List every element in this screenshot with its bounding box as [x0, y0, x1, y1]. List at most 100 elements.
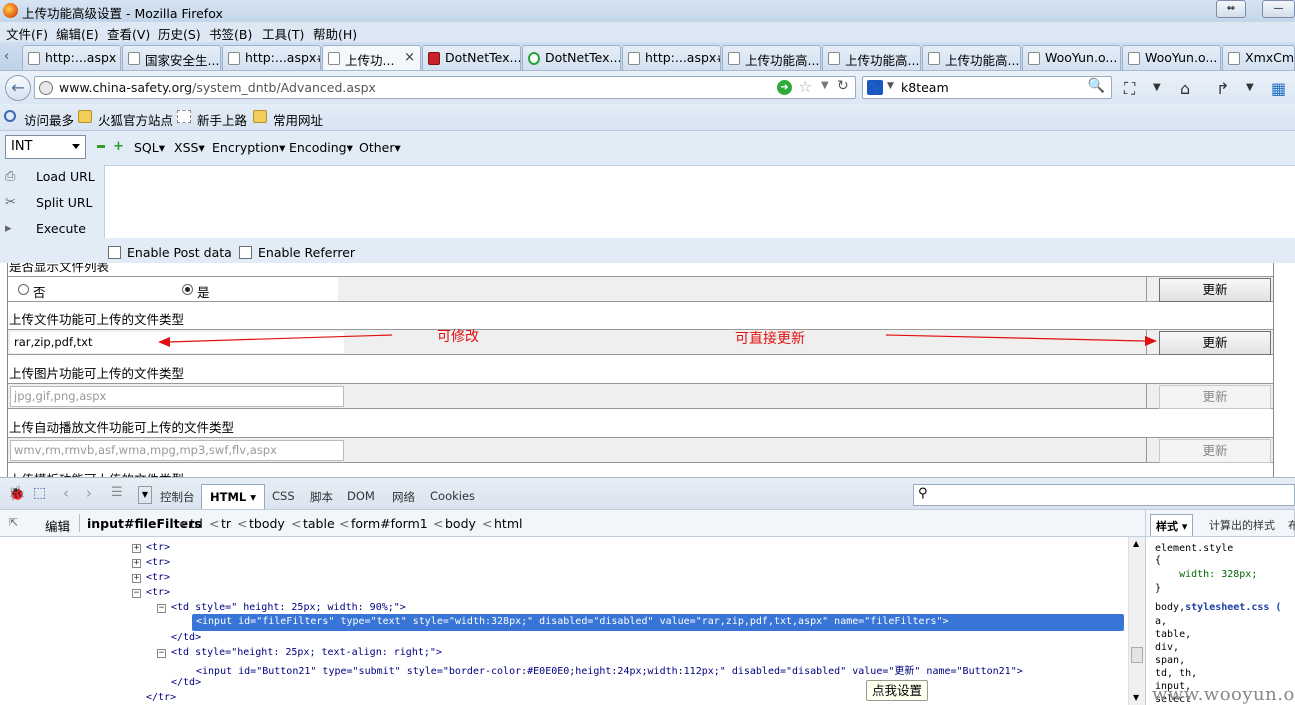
- breadcrumb-tbody[interactable]: tbody: [249, 516, 285, 531]
- url-bar[interactable]: www.china-safety.org/system_dntb/Advance…: [34, 76, 856, 99]
- breadcrumb-html[interactable]: html: [494, 516, 522, 531]
- tab-5[interactable]: DotNetTex...: [422, 45, 521, 70]
- tree-node-tr-close[interactable]: </tr>: [146, 692, 176, 703]
- tree-node-td-close[interactable]: </td>: [171, 632, 201, 643]
- menu-bookmarks[interactable]: 书签(B): [209, 24, 252, 43]
- tree-node-tr[interactable]: <tr>: [146, 557, 170, 568]
- other-menu[interactable]: Other▾: [359, 140, 401, 155]
- firebug-bug-icon[interactable]: 🐞: [8, 486, 25, 502]
- tab-cookies[interactable]: Cookies: [430, 489, 475, 503]
- tab-10[interactable]: 上传功能高...: [922, 45, 1021, 70]
- encryption-menu[interactable]: Encryption▾: [212, 140, 285, 155]
- home-icon[interactable]: ⌂: [1180, 79, 1190, 98]
- plus-icon[interactable]: +: [113, 139, 124, 154]
- tab-scroll-left-icon[interactable]: ‹: [4, 49, 9, 64]
- expand-icon[interactable]: +: [132, 544, 141, 553]
- menu-view[interactable]: 查看(V): [107, 24, 150, 43]
- tab-layout[interactable]: 布: [1288, 517, 1295, 533]
- grid-icon[interactable]: ▦: [1271, 79, 1286, 98]
- type-select[interactable]: INT: [5, 135, 86, 159]
- collapse-icon[interactable]: −: [157, 604, 166, 613]
- panel-dropdown-icon[interactable]: ▼: [138, 486, 152, 504]
- search-engine-dropdown-icon[interactable]: ▼: [887, 81, 894, 91]
- tab-8[interactable]: 上传功能高...: [722, 45, 821, 70]
- close-tab-icon[interactable]: ×: [404, 50, 415, 65]
- expand-panel-icon[interactable]: ⇱: [9, 516, 18, 529]
- tree-node-button[interactable]: <input id="Button21" type="submit" style…: [196, 662, 1023, 677]
- menu-list-icon[interactable]: ☰: [111, 485, 123, 500]
- tab-7[interactable]: http:...aspx#: [622, 45, 721, 70]
- tab-13[interactable]: XmxCms: [1222, 45, 1295, 70]
- tree-node-td2[interactable]: <td style="height: 25px; text-align: rig…: [171, 647, 442, 658]
- screenshot-icon[interactable]: ⛶: [1124, 79, 1135, 99]
- search-icon[interactable]: 🔍: [1088, 78, 1105, 94]
- tab-console[interactable]: 控制台: [160, 489, 195, 505]
- share-icon[interactable]: ↱: [1216, 79, 1229, 98]
- tab-html[interactable]: HTML ▾: [201, 484, 266, 510]
- tab-2[interactable]: 国家安全生...: [122, 45, 221, 70]
- url-textarea[interactable]: [104, 165, 1295, 238]
- tab-script[interactable]: 脚本: [310, 489, 333, 505]
- back-arrow-icon[interactable]: ←: [5, 75, 31, 101]
- scrollbar[interactable]: ▲ ▼: [1128, 537, 1145, 705]
- tree-node-tr[interactable]: <tr>: [146, 572, 170, 583]
- inspect-icon[interactable]: ⬚: [33, 485, 46, 501]
- tab-net[interactable]: 网络: [392, 489, 415, 505]
- tab-12[interactable]: WooYun.o...: [1122, 45, 1221, 70]
- menu-tools[interactable]: 工具(T): [262, 24, 304, 43]
- tree-node-td-close[interactable]: </td>: [171, 677, 201, 688]
- menu-edit[interactable]: 编辑(E): [56, 24, 99, 43]
- enable-post-checkbox[interactable]: Enable Post data: [108, 245, 232, 260]
- tab-11[interactable]: WooYun.o...: [1022, 45, 1121, 70]
- url-dropdown-icon[interactable]: ▼: [821, 80, 829, 91]
- search-input[interactable]: k8team: [901, 80, 949, 95]
- menu-history[interactable]: 历史(S): [158, 24, 201, 43]
- scroll-down-icon[interactable]: ▼: [1133, 693, 1139, 702]
- firebug-search-input[interactable]: ⚲: [913, 484, 1295, 506]
- tab-dom[interactable]: DOM: [347, 489, 375, 503]
- tree-node-tr[interactable]: <tr>: [146, 542, 170, 553]
- tree-node-tr-open[interactable]: <tr>: [146, 587, 170, 598]
- encoding-menu[interactable]: Encoding▾: [289, 140, 353, 155]
- tab-6[interactable]: DotNetTex...: [522, 45, 621, 70]
- xss-menu[interactable]: XSS▾: [174, 140, 205, 155]
- edit-button[interactable]: 编辑: [45, 516, 70, 535]
- tab-4-active[interactable]: 上传功... ×: [322, 45, 421, 70]
- tab-css[interactable]: CSS: [272, 489, 295, 503]
- breadcrumb-form[interactable]: form#form1: [351, 516, 428, 531]
- breadcrumb-body[interactable]: body: [445, 516, 476, 531]
- breadcrumb-tr[interactable]: tr: [221, 516, 231, 531]
- toolbar-dropdown-icon[interactable]: ▼: [1153, 82, 1161, 93]
- collapse-icon[interactable]: −: [132, 589, 141, 598]
- breadcrumb-td[interactable]: td: [190, 516, 203, 531]
- bookmark-common-sites[interactable]: 常用网址: [253, 110, 323, 129]
- back-icon[interactable]: ‹: [63, 484, 69, 502]
- bookmark-most-visited[interactable]: 访问最多: [4, 110, 74, 129]
- tree-node-input-selected[interactable]: <input id="fileFilters" type="text" styl…: [192, 615, 953, 628]
- tree-node-td1[interactable]: <td style=" height: 25px; width: 90%;">: [171, 602, 406, 613]
- breadcrumb-table[interactable]: table: [303, 516, 335, 531]
- url-text[interactable]: www.china-safety.org/system_dntb/Advance…: [59, 80, 376, 95]
- expand-icon[interactable]: +: [132, 574, 141, 583]
- close-window-icon[interactable]: —: [1262, 0, 1295, 18]
- tab-style[interactable]: 样式 ▾: [1150, 514, 1194, 536]
- collapse-icon[interactable]: −: [157, 649, 166, 658]
- restore-icon[interactable]: ⇔: [1216, 0, 1246, 18]
- sql-menu[interactable]: SQL▾: [134, 140, 165, 155]
- expand-icon[interactable]: +: [132, 559, 141, 568]
- bookmark-star-icon[interactable]: ☆: [798, 77, 812, 96]
- enable-referrer-checkbox[interactable]: Enable Referrer: [239, 245, 355, 260]
- search-bar[interactable]: 🐾 ▼ k8team 🔍: [862, 76, 1112, 99]
- menu-help[interactable]: 帮助(H): [313, 24, 357, 43]
- tab-9[interactable]: 上传功能高...: [822, 45, 921, 70]
- css-property[interactable]: width: 328px;: [1155, 569, 1257, 580]
- bookmark-getting-started[interactable]: 新手上路: [177, 110, 247, 129]
- tab-3[interactable]: http:...aspx#: [222, 45, 321, 70]
- minus-icon[interactable]: [97, 145, 105, 148]
- tab-1[interactable]: http:...aspx: [22, 45, 121, 70]
- bookmark-firefox-site[interactable]: 火狐官方站点: [78, 110, 173, 129]
- reload-icon[interactable]: ↻: [837, 78, 849, 94]
- toolbar-dropdown-icon-2[interactable]: ▼: [1246, 82, 1254, 93]
- tab-computed[interactable]: 计算出的样式: [1209, 517, 1275, 533]
- scroll-thumb[interactable]: [1131, 647, 1143, 663]
